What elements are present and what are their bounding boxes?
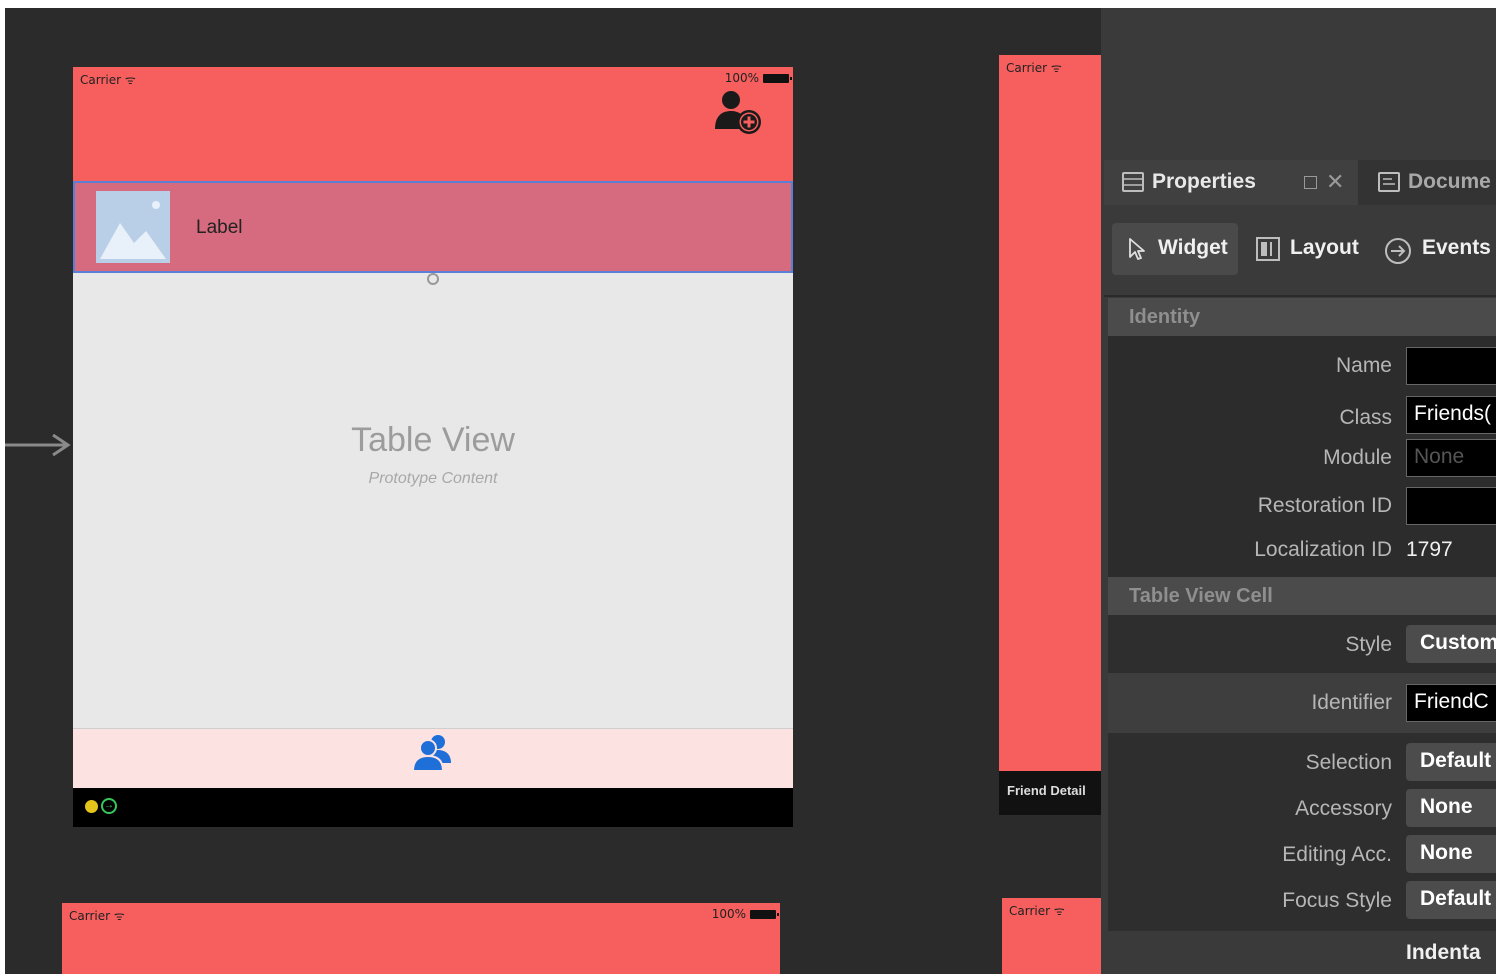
- scene-preview[interactable]: Carrier ᯤ 100%: [62, 903, 780, 974]
- carrier-label: Carrier ᯤ: [1009, 904, 1065, 918]
- scene-title: Friend Detail: [999, 771, 1101, 815]
- panel-tabbar: Properties ✕ Docume: [1104, 160, 1496, 205]
- indentation-row: Indenta: [1108, 931, 1496, 974]
- friend-detail-scene[interactable]: Carrier ᯤ Friend Detail: [999, 55, 1101, 815]
- navigation-bar[interactable]: Carrier ᯤ 100%: [73, 67, 793, 181]
- accessory-select[interactable]: None: [1406, 789, 1496, 827]
- identifier-row: Identifier FriendC: [1108, 673, 1496, 733]
- class-field[interactable]: Friends(: [1406, 396, 1496, 434]
- carrier-label: Carrier ᯤ: [1006, 61, 1062, 75]
- table-view-title: Table View: [351, 421, 515, 459]
- class-label: Class: [1339, 406, 1392, 429]
- tab-properties[interactable]: Properties ✕: [1104, 160, 1358, 205]
- add-user-icon[interactable]: [713, 89, 765, 137]
- style-row: Style Custom: [1108, 615, 1496, 673]
- module-field[interactable]: None: [1406, 439, 1496, 477]
- battery-percent: 100%: [724, 71, 759, 85]
- section-header-table-view-cell[interactable]: Table View Cell: [1108, 577, 1496, 615]
- image-placeholder-icon: [96, 191, 170, 263]
- selection-select[interactable]: Default: [1406, 743, 1496, 781]
- localization-id-value: 1797: [1406, 538, 1453, 561]
- editing-accessory-label: Editing Acc.: [1282, 843, 1392, 866]
- tab-document-label[interactable]: Docume: [1408, 170, 1491, 194]
- localization-id-label: Localization ID: [1254, 538, 1392, 561]
- indentation-label: Indenta: [1406, 941, 1481, 964]
- style-select[interactable]: Custom: [1406, 625, 1496, 663]
- style-label: Style: [1345, 633, 1392, 656]
- tab-bar[interactable]: [73, 728, 793, 788]
- storyboard-canvas[interactable]: Carrier ᯤ 100% Table View Prototype Cont…: [5, 8, 1101, 974]
- tab-properties-label: Properties: [1152, 170, 1256, 193]
- table-view-subtitle: Prototype Content: [368, 470, 498, 487]
- carrier-label: Carrier ᯤ: [69, 909, 125, 923]
- module-label: Module: [1323, 446, 1392, 469]
- battery-percent: 100%: [711, 907, 746, 921]
- view-controller-icon[interactable]: [85, 800, 98, 813]
- identity-properties: Name Class Friends( Module None Restorat…: [1108, 336, 1496, 588]
- table-view-cell[interactable]: Label: [73, 181, 793, 273]
- pointer-icon: [1129, 238, 1145, 260]
- name-label: Name: [1335, 354, 1392, 377]
- divider: [1104, 295, 1496, 297]
- friend-detail-view[interactable]: Carrier ᯤ: [999, 55, 1101, 771]
- restoration-id-label: Restoration ID: [1257, 494, 1392, 517]
- undock-icon[interactable]: [1304, 176, 1317, 189]
- exit-icon[interactable]: →: [101, 798, 117, 814]
- identifier-field[interactable]: FriendC: [1406, 684, 1496, 722]
- table-view[interactable]: Table View Prototype Content: [73, 273, 793, 728]
- subtab-events-label[interactable]: Events: [1422, 236, 1491, 260]
- resize-handle[interactable]: [427, 273, 439, 285]
- layout-icon: [1256, 237, 1280, 261]
- name-field[interactable]: [1406, 347, 1496, 385]
- selection-label: Selection: [1305, 751, 1392, 774]
- focus-style-label: Focus Style: [1282, 889, 1392, 912]
- friends-icon[interactable]: [411, 733, 455, 773]
- carrier-label: Carrier ᯤ: [80, 73, 136, 87]
- status-bar: Carrier ᯤ 100%: [73, 67, 793, 91]
- events-icon: [1385, 238, 1411, 264]
- identifier-label: Identifier: [1311, 691, 1392, 714]
- subtab-widget-label[interactable]: Widget: [1158, 236, 1228, 260]
- battery-icon: [763, 74, 792, 83]
- scene-preview[interactable]: Carrier ᯤ: [1002, 898, 1101, 974]
- focus-style-select[interactable]: Default: [1406, 881, 1496, 919]
- friends-scene[interactable]: Carrier ᯤ 100% Table View Prototype Cont…: [73, 67, 793, 827]
- accessory-label: Accessory: [1295, 797, 1392, 820]
- battery-icon: [750, 910, 779, 919]
- close-icon[interactable]: ✕: [1326, 169, 1344, 195]
- editing-accessory-select[interactable]: None: [1406, 835, 1496, 873]
- properties-icon: [1122, 172, 1144, 192]
- document-icon: [1378, 172, 1400, 192]
- initial-view-arrow-icon: [5, 434, 71, 456]
- section-header-identity[interactable]: Identity: [1108, 298, 1496, 336]
- inspector-subtabs: Widget Layout Events: [1104, 205, 1496, 295]
- restoration-id-field[interactable]: [1406, 487, 1496, 525]
- subtab-layout-label[interactable]: Layout: [1290, 236, 1359, 260]
- scene-dock: →: [73, 788, 793, 827]
- cell-properties: Selection Default Accessory None Editing…: [1108, 733, 1496, 931]
- cell-label[interactable]: Label: [196, 217, 243, 239]
